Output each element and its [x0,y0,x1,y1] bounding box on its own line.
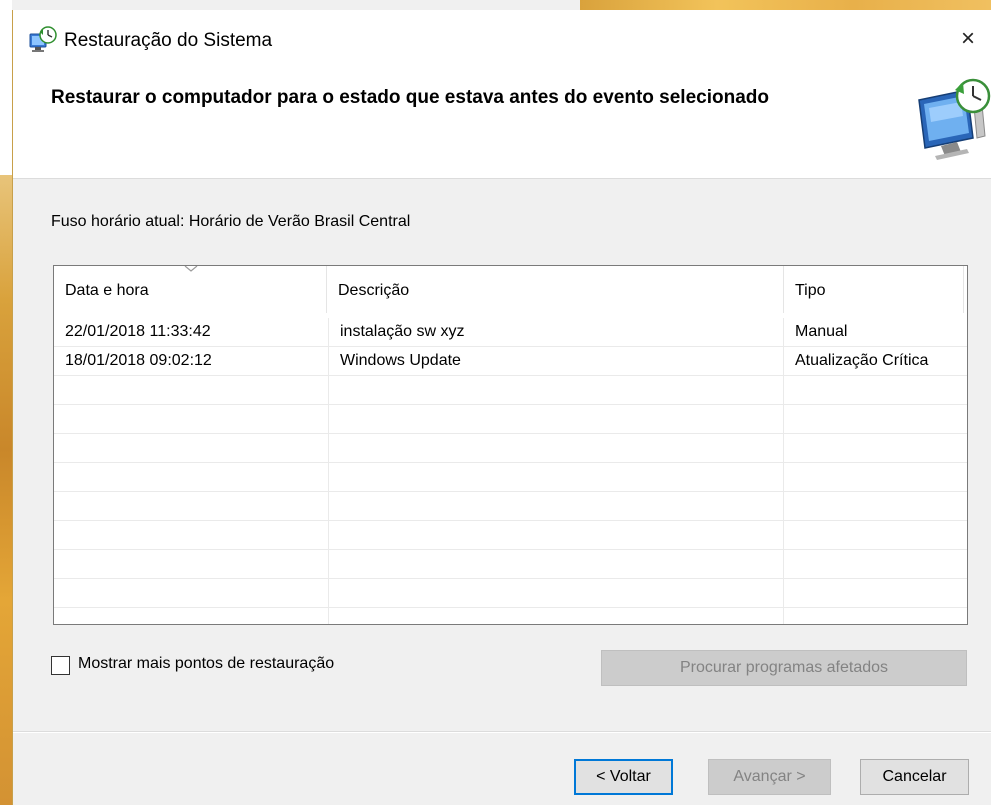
row-date: 22/01/2018 11:33:42 [54,318,329,347]
empty-row [54,434,967,463]
show-more-label[interactable]: Mostrar mais pontos de restauração [78,655,334,673]
empty-row [54,608,967,624]
column-header-date[interactable]: Data e hora [54,266,327,313]
footer-separator-highlight [13,732,991,733]
column-header-date-label: Data e hora [65,282,149,299]
empty-row [54,376,967,405]
empty-row [54,492,967,521]
empty-row [54,463,967,492]
scan-affected-programs-button[interactable]: Procurar programas afetados [601,650,967,686]
sort-descending-icon [184,266,198,272]
desktop-background [0,0,12,805]
monitor-restore-icon [918,78,991,160]
back-button[interactable]: < Voltar [574,759,673,795]
show-more-checkbox[interactable] [51,656,70,675]
timezone-label: Fuso horário atual: Horário de Verão Bra… [51,213,411,230]
close-button[interactable]: × [951,22,985,56]
title-bar[interactable]: Restauração do Sistema × [13,10,991,72]
column-header-type-label: Tipo [795,282,826,299]
restore-point-row[interactable]: 18/01/2018 09:02:12 Windows Update Atual… [54,347,967,376]
desktop-background-top [580,0,991,10]
empty-row [54,405,967,434]
column-header-description-label: Descrição [338,282,410,299]
row-date: 18/01/2018 09:02:12 [54,347,329,376]
system-restore-window: Restauração do Sistema × Restaurar o com… [12,10,991,805]
next-button[interactable]: Avançar > [708,759,831,795]
page-instruction: Restaurar o computador para o estado que… [51,87,769,108]
empty-row [54,550,967,579]
row-description: Windows Update [329,347,784,376]
empty-row [54,579,967,608]
column-header-description[interactable]: Descrição [327,266,784,313]
cancel-button[interactable]: Cancelar [860,759,969,795]
row-type: Manual [795,323,848,340]
row-type: Atualização Crítica [795,352,929,369]
empty-row [54,521,967,550]
close-icon: × [960,25,975,52]
column-header-type[interactable]: Tipo [784,266,964,313]
row-description: instalação sw xyz [329,318,784,347]
restore-point-row[interactable]: 22/01/2018 11:33:42 instalação sw xyz Ma… [54,318,967,347]
system-restore-icon [29,26,57,52]
list-header: Data e hora Descrição Tipo [54,266,967,313]
wizard-header: Restauração do Sistema × Restaurar o com… [13,10,991,179]
restore-points-list[interactable]: Data e hora Descrição Tipo 22/01/2018 11… [53,265,968,625]
window-title: Restauração do Sistema [64,30,273,51]
